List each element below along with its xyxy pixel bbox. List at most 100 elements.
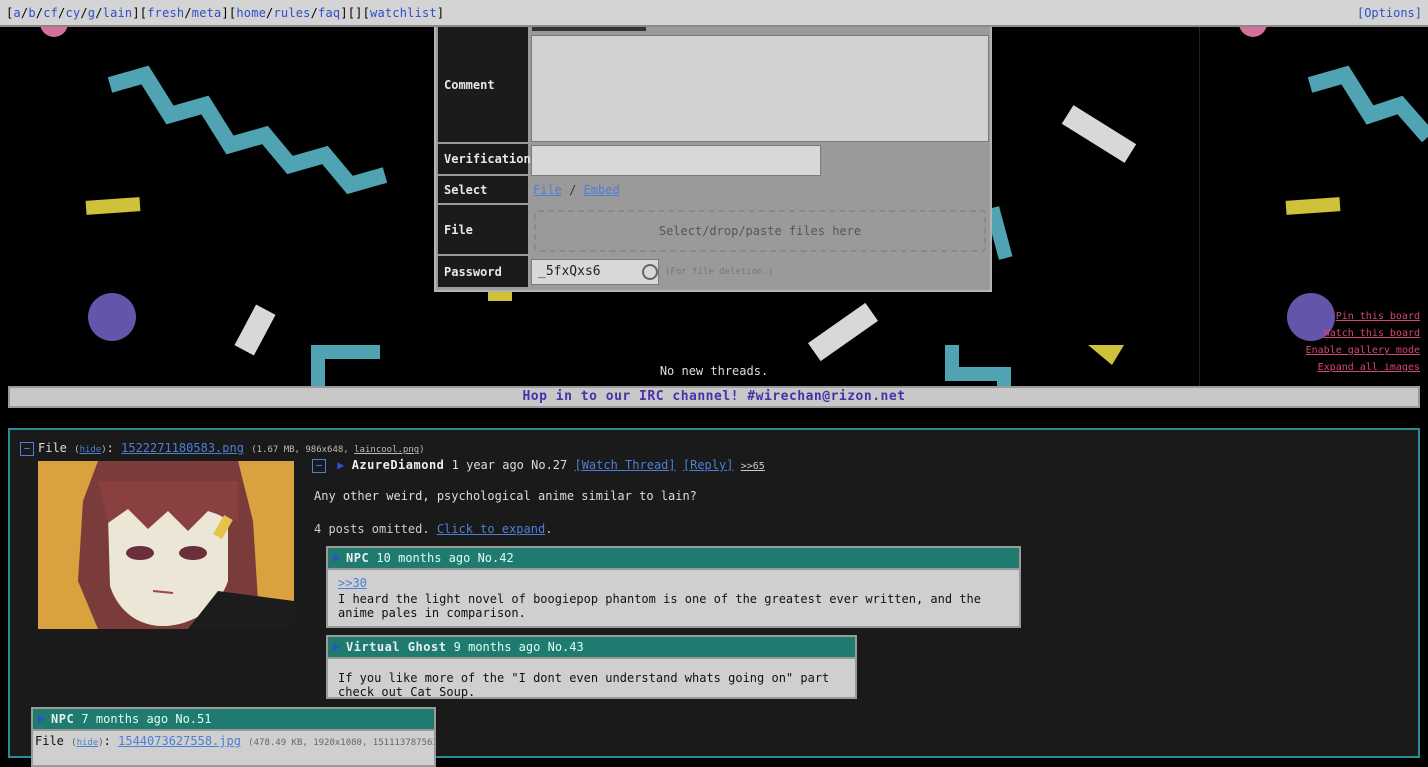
- board-link-lain[interactable]: lain: [103, 6, 133, 20]
- board-link-cy[interactable]: cy: [65, 6, 80, 20]
- reply-post: Virtual Ghost 9 months ago No.43 If you …: [326, 635, 857, 699]
- omitted-count: 4 posts omitted.: [314, 522, 430, 536]
- op-file-meta-end: ): [419, 445, 425, 455]
- gallery-mode-link[interactable]: Enable gallery mode: [1306, 342, 1420, 359]
- reply-file-link[interactable]: 1544073627558.jpg: [118, 734, 241, 748]
- post-form: Comment Verification Select File / Embed…: [434, 27, 992, 292]
- reply-header: Virtual Ghost 9 months ago No.43: [328, 637, 855, 659]
- submit-button-edge: [532, 27, 646, 31]
- post-menu-icon[interactable]: [38, 715, 45, 723]
- purple-circle-decor: [88, 293, 136, 341]
- op-file-link[interactable]: 1522271180583.png: [121, 441, 244, 455]
- post-menu-icon[interactable]: ▶: [337, 458, 344, 472]
- post-menu-icon[interactable]: [333, 554, 340, 562]
- hide-file-link[interactable]: hide: [80, 445, 102, 455]
- reply-link[interactable]: [Reply]: [683, 458, 734, 472]
- file-label: File: [35, 734, 64, 748]
- post-menu-icon[interactable]: [333, 643, 340, 651]
- lain-illustration: [38, 461, 294, 629]
- reply-post: NPC 10 months ago No.42 >>30 I heard the…: [326, 546, 1021, 628]
- eye-icon[interactable]: [642, 264, 658, 280]
- no-new-threads: No new threads.: [659, 364, 769, 378]
- quote-link[interactable]: >>30: [338, 576, 1009, 590]
- white-bar-decor: [808, 302, 878, 362]
- comment-textarea[interactable]: [531, 35, 989, 142]
- file-label: File: [38, 441, 67, 455]
- collapse-post-icon[interactable]: −: [312, 459, 326, 473]
- yellow-bar-decor: [488, 291, 512, 301]
- board-link-g[interactable]: g: [88, 6, 95, 20]
- reply-number[interactable]: No.51: [175, 712, 211, 726]
- yellow-bar-decor: [1285, 197, 1341, 215]
- reply-time: 9 months ago: [453, 640, 541, 654]
- select-embed-link[interactable]: Embed: [584, 183, 620, 197]
- reply-poster-name: NPC: [346, 551, 370, 565]
- password-label: Password: [438, 256, 528, 287]
- white-bar-decor: [234, 304, 276, 356]
- select-row: Select File / Embed: [438, 176, 990, 203]
- backlink[interactable]: >>65: [741, 461, 765, 472]
- reply-header: NPC 10 months ago No.42: [328, 548, 1019, 570]
- reply-body: If you like more of the "I dont even und…: [328, 659, 855, 705]
- options-link[interactable]: [Options]: [1357, 6, 1422, 20]
- yellow-triangle-decor: [1088, 345, 1124, 365]
- select-file-link[interactable]: File: [533, 183, 562, 197]
- board-nav: [a/b/cf/cy/g/lain][fresh/meta][home/rule…: [6, 6, 445, 20]
- select-label: Select: [438, 176, 528, 203]
- pin-board-link[interactable]: Pin this board: [1306, 308, 1420, 325]
- verification-label: Verification: [438, 144, 531, 174]
- board-link-fresh[interactable]: fresh: [147, 6, 184, 20]
- reply-number[interactable]: No.42: [478, 551, 514, 565]
- yellow-bar-decor: [85, 197, 141, 215]
- op-image-thumbnail[interactable]: [38, 461, 294, 629]
- comment-label: Comment: [438, 27, 528, 142]
- expand-thread-link[interactable]: Click to expand: [437, 522, 545, 536]
- op-file-original-name[interactable]: laincool.png: [354, 445, 419, 455]
- op-file-info: − File (hide): 1522271180583.png (1.67 MB…: [20, 441, 425, 456]
- nav-watchlist-link[interactable]: watchlist: [370, 6, 437, 20]
- op-post-time: 1 year ago: [451, 458, 524, 472]
- nav-home-link[interactable]: home: [236, 6, 266, 20]
- select-options: File / Embed: [533, 183, 620, 197]
- reply-body: >>30 I heard the light novel of boogiepo…: [328, 570, 1019, 626]
- op-poster-name: AzureDiamond: [351, 458, 445, 472]
- board-link-b[interactable]: b: [28, 6, 35, 20]
- column-divider: [1199, 27, 1200, 387]
- irc-banner: Hop in to our IRC channel! #wirechan@riz…: [8, 386, 1420, 408]
- op-post-header: − ▶ AzureDiamond 1 year ago No.27 [Watch…: [312, 458, 765, 473]
- white-bar-decor: [1061, 105, 1137, 163]
- board-link-a[interactable]: a: [13, 6, 20, 20]
- password-note: (For file deletion.): [665, 267, 774, 277]
- reply-number[interactable]: No.43: [548, 640, 584, 654]
- zigzag-decor: [1307, 65, 1428, 143]
- file-label: File: [438, 205, 528, 254]
- nav-rules-link[interactable]: rules: [273, 6, 310, 20]
- pink-circle-decor: [1239, 27, 1267, 37]
- op-file-meta: (1.67 MB, 986x648,: [251, 445, 355, 455]
- omitted-end: .: [545, 522, 553, 536]
- top-nav-bar: [a/b/cf/cy/g/lain][fresh/meta][home/rule…: [0, 0, 1428, 27]
- reply-text: I heard the light novel of boogiepop pha…: [338, 592, 981, 620]
- reply-post: NPC 7 months ago No.51 File (hide): 1544…: [31, 707, 436, 767]
- pink-circle-decor: [40, 27, 68, 37]
- watch-board-link[interactable]: Watch this board: [1306, 325, 1420, 342]
- file-dropzone[interactable]: Select/drop/paste files here: [534, 210, 986, 252]
- reply-text: If you like more of the "I dont even und…: [338, 671, 830, 699]
- reply-poster-name: NPC: [51, 712, 75, 726]
- verification-input[interactable]: [531, 145, 821, 176]
- reply-time: 10 months ago: [376, 551, 471, 565]
- zigzag-decor: [107, 65, 388, 195]
- op-post-number[interactable]: No.27: [531, 458, 567, 472]
- select-separator: /: [561, 183, 584, 197]
- collapse-icon[interactable]: −: [20, 442, 34, 456]
- reply-header: NPC 7 months ago No.51: [33, 709, 434, 731]
- board-link-meta[interactable]: meta: [192, 6, 222, 20]
- password-input[interactable]: _5fxQxs6: [531, 259, 659, 285]
- reply-file-info: File (hide): 1544073627558.jpg (478.49 K…: [33, 731, 434, 751]
- reply-poster-name: Virtual Ghost: [346, 640, 447, 654]
- reply-time: 7 months ago: [81, 712, 169, 726]
- nav-faq-link[interactable]: faq: [318, 6, 340, 20]
- op-post-text: Any other weird, psychological anime sim…: [314, 489, 697, 503]
- watch-thread-link[interactable]: [Watch Thread]: [574, 458, 675, 472]
- board-link-cf[interactable]: cf: [43, 6, 58, 20]
